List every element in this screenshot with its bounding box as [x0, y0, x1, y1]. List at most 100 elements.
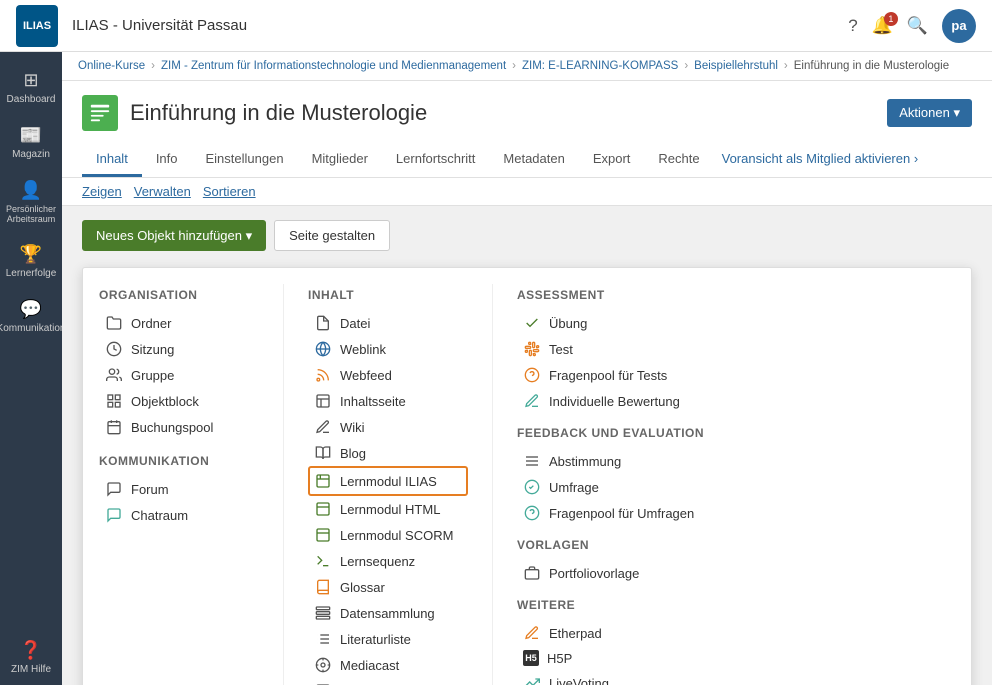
tab-metadaten[interactable]: Metadaten	[489, 143, 578, 177]
dropdown-item-lernsequenz[interactable]: Lernsequenz	[308, 548, 468, 574]
subtab-verwalten[interactable]: Verwalten	[134, 184, 191, 199]
dropdown-item-literaturliste[interactable]: Literaturliste	[308, 626, 468, 652]
dropdown-col-inhalt: Inhalt Datei Weblink	[308, 284, 468, 685]
session-icon	[105, 340, 123, 358]
sidebar-item-lernerfolge[interactable]: 🏆 Lernerfolge	[0, 234, 62, 289]
tab-rechte[interactable]: Rechte	[644, 143, 713, 177]
webfeed-icon	[314, 366, 332, 384]
dropdown-item-fragenpool-tests[interactable]: Fragenpool für Tests	[517, 362, 704, 388]
search-button[interactable]: 🔍	[907, 16, 928, 36]
folder-icon	[105, 314, 123, 332]
dropdown-item-portfoliovorlage[interactable]: Portfoliovorlage	[517, 560, 704, 586]
dropdown-item-fragenpool-umfragen[interactable]: Fragenpool für Umfragen	[517, 500, 704, 526]
sidebar-item-label: Lernerfolge	[6, 268, 57, 279]
notifications-button[interactable]: 🔔 1	[872, 16, 893, 36]
user-avatar[interactable]: pa	[942, 9, 976, 43]
breadcrumb-zim[interactable]: ZIM - Zentrum für Informationstechnologi…	[161, 60, 506, 72]
sidebar-item-label: Persönlicher Arbeitsraum	[4, 204, 58, 224]
aktionen-button[interactable]: Aktionen ▾	[887, 99, 972, 127]
etherpad-icon	[523, 624, 541, 642]
h5p-icon: H5	[523, 650, 539, 666]
dropdown-item-abstimmung[interactable]: Abstimmung	[517, 448, 704, 474]
page-header: Einführung in die Musterologie Aktionen …	[62, 81, 992, 178]
subtab-zeigen[interactable]: Zeigen	[82, 184, 122, 199]
lernmodul-ilias-icon	[314, 472, 332, 490]
dropdown-item-lernmodul-scorm[interactable]: Lernmodul SCORM	[308, 522, 468, 548]
dropdown-item-gruppe[interactable]: Gruppe	[99, 362, 259, 388]
dropdown-item-blog[interactable]: Blog	[308, 440, 468, 466]
toolbar: Neues Objekt hinzufügen ▾ Seite gestalte…	[82, 220, 972, 251]
feedback-section-title: Feedback und Evaluation	[517, 426, 704, 440]
dropdown-item-inhaltsseite[interactable]: Inhaltsseite	[308, 388, 468, 414]
dropdown-item-uebung[interactable]: Übung	[517, 310, 704, 336]
dropdown-item-h5p[interactable]: H5 H5P	[517, 646, 704, 670]
col-divider-1	[283, 284, 284, 685]
organisation-section-title: Organisation	[99, 288, 259, 302]
breadcrumb-online-kurse[interactable]: Online-Kurse	[78, 60, 145, 72]
dropdown-item-objektblock[interactable]: Objektblock	[99, 388, 259, 414]
sidebar-item-zim-hilfe[interactable]: ❓ ZIM Hilfe	[0, 630, 62, 685]
portfolio-icon	[523, 564, 541, 582]
sidebar-item-dashboard[interactable]: ⊞ Dashboard	[0, 60, 62, 115]
sidebar-item-arbeitsraum[interactable]: 👤 Persönlicher Arbeitsraum	[0, 170, 62, 234]
breadcrumb-kompass[interactable]: ZIM: E-LEARNING-KOMPASS	[522, 60, 678, 72]
dashboard-icon: ⊞	[23, 70, 38, 91]
livevoting-icon	[523, 674, 541, 685]
dropdown-item-buchungspool[interactable]: Buchungspool	[99, 414, 259, 440]
breadcrumb-sep-4: ›	[784, 60, 788, 72]
help-button[interactable]: ?	[848, 16, 857, 36]
edit-page-button[interactable]: Seite gestalten	[274, 220, 390, 251]
dropdown-item-datei[interactable]: Datei	[308, 310, 468, 336]
chat-icon	[105, 506, 123, 524]
dropdown-item-weblink[interactable]: Weblink	[308, 336, 468, 362]
sidebar-item-kommunikation[interactable]: 💬 Kommunikation	[0, 289, 62, 344]
umfrage-icon	[523, 478, 541, 496]
breadcrumb-lehrstuhl[interactable]: Beispiellehrstuhl	[694, 60, 778, 72]
trophy-icon: 🏆	[20, 244, 42, 265]
dropdown-item-medienpool[interactable]: Medienpool	[308, 678, 468, 685]
kommunikation-section: Kommunikation Forum Chatraum	[99, 454, 259, 528]
dropdown-item-wiki[interactable]: Wiki	[308, 414, 468, 440]
page-title-row: Einführung in die Musterologie Aktionen …	[82, 95, 972, 131]
dropdown-item-lernmodul-ilias[interactable]: Lernmodul ILIAS	[308, 466, 468, 496]
dropdown-item-sitzung[interactable]: Sitzung	[99, 336, 259, 362]
breadcrumb: Online-Kurse › ZIM - Zentrum für Informa…	[62, 52, 992, 81]
add-object-dropdown: Organisation Ordner Sitzung	[82, 267, 972, 685]
dropdown-item-livevoting[interactable]: LiveVoting	[517, 670, 704, 685]
top-navigation: ILIAS ILIAS - Universität Passau ? 🔔 1 🔍…	[0, 0, 992, 52]
page-icon	[314, 392, 332, 410]
dropdown-item-etherpad[interactable]: Etherpad	[517, 620, 704, 646]
dropdown-item-ordner[interactable]: Ordner	[99, 310, 259, 336]
tab-einstellungen[interactable]: Einstellungen	[192, 143, 298, 177]
dropdown-item-datensammlung[interactable]: Datensammlung	[308, 600, 468, 626]
tab-info[interactable]: Info	[142, 143, 192, 177]
content-area: Neues Objekt hinzufügen ▾ Seite gestalte…	[62, 206, 992, 685]
subtab-sortieren[interactable]: Sortieren	[203, 184, 256, 199]
dropdown-item-chatraum[interactable]: Chatraum	[99, 502, 259, 528]
dropdown-item-forum[interactable]: Forum	[99, 476, 259, 502]
forum-icon	[105, 480, 123, 498]
dropdown-col-assessment: Assessment Übung Test	[517, 284, 704, 685]
dropdown-item-lernmodul-html[interactable]: Lernmodul HTML	[308, 496, 468, 522]
dropdown-item-glossar[interactable]: Glossar	[308, 574, 468, 600]
lernsequenz-icon	[314, 552, 332, 570]
page-tabs: Inhalt Info Einstellungen Mitglieder Ler…	[82, 143, 972, 177]
sidebar-item-magazin[interactable]: 📰 Magazin	[0, 115, 62, 170]
sidebar-item-label: Dashboard	[7, 94, 56, 105]
person-icon: 👤	[20, 180, 42, 201]
course-icon	[82, 95, 118, 131]
fragenpool-tests-icon	[523, 366, 541, 384]
dropdown-item-test[interactable]: Test	[517, 336, 704, 362]
booking-icon	[105, 418, 123, 436]
dropdown-item-mediacast[interactable]: Mediacast	[308, 652, 468, 678]
dropdown-item-webfeed[interactable]: Webfeed	[308, 362, 468, 388]
tab-mitglieder[interactable]: Mitglieder	[298, 143, 382, 177]
dropdown-item-bewertung[interactable]: Individuelle Bewertung	[517, 388, 704, 414]
tab-voransicht[interactable]: Voransicht als Mitglied aktivieren ›	[714, 143, 927, 177]
tab-export[interactable]: Export	[579, 143, 645, 177]
tab-lernfortschritt[interactable]: Lernfortschritt	[382, 143, 489, 177]
dropdown-item-umfrage[interactable]: Umfrage	[517, 474, 704, 500]
add-object-button[interactable]: Neues Objekt hinzufügen ▾	[82, 220, 266, 251]
fragenpool-umfragen-icon	[523, 504, 541, 522]
tab-inhalt[interactable]: Inhalt	[82, 143, 142, 177]
